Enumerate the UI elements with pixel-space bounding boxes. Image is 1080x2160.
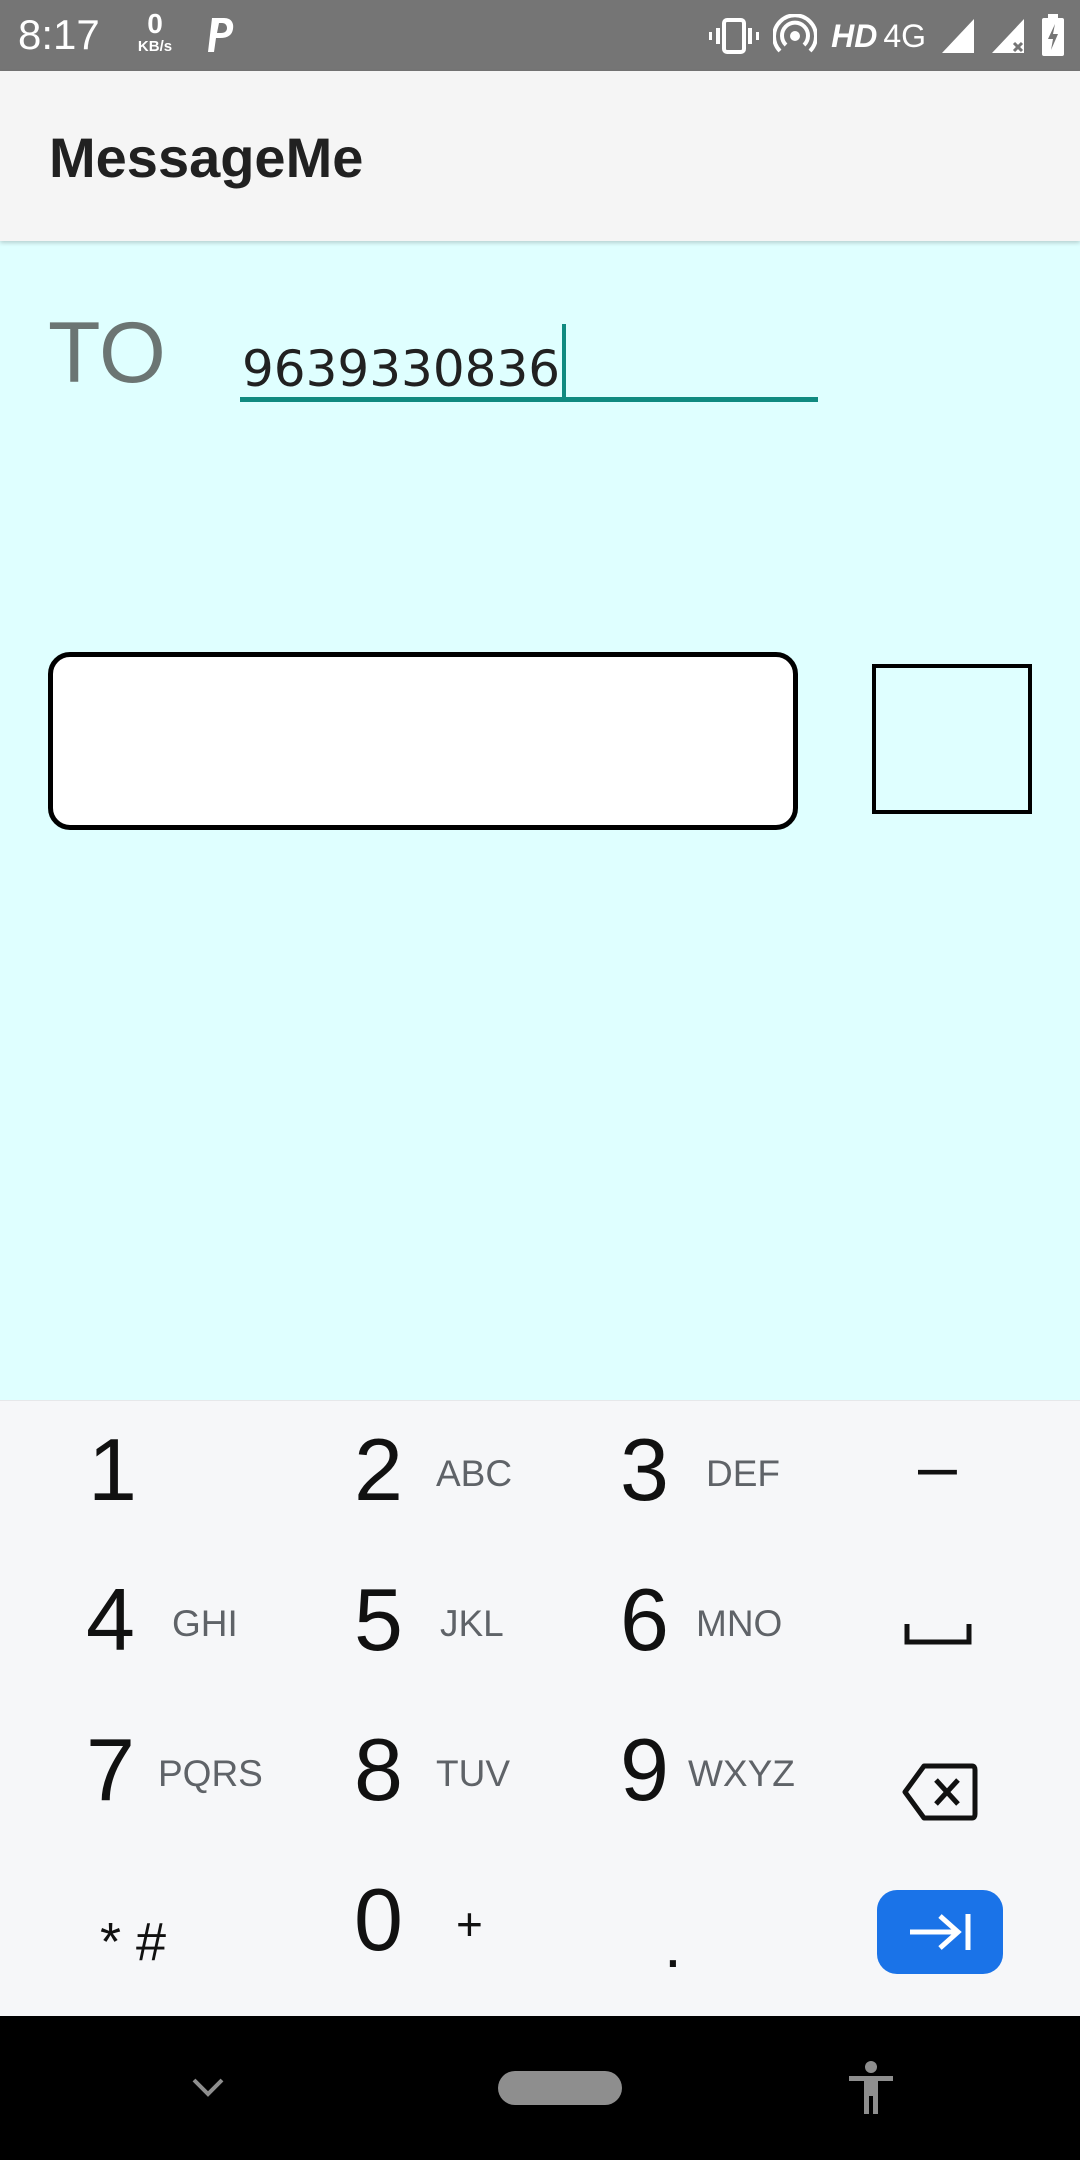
key-digit: 3	[620, 1420, 669, 1519]
home-pill[interactable]	[498, 2071, 622, 2105]
key-space[interactable]	[810, 1570, 1080, 1720]
vibrate-icon	[709, 18, 760, 54]
key-letters: PQRS	[158, 1753, 263, 1794]
hd-label: HD	[831, 17, 878, 54]
signal-no-service-icon	[992, 19, 1024, 53]
key-digit: 1	[88, 1420, 137, 1519]
accessibility-icon[interactable]	[846, 2060, 896, 2116]
phone-number-input[interactable]: 9639330836	[240, 310, 818, 402]
key-digit: 6	[620, 1570, 669, 1669]
battery-icon	[1042, 14, 1064, 56]
network-speed-value: 0	[147, 8, 163, 39]
phone-number-value: 9639330836	[242, 324, 567, 399]
key-letters: ABC	[436, 1453, 513, 1494]
status-icons: HD 4G	[709, 10, 1066, 62]
status-bar: 8:17 0 KB/s HD 4G	[0, 0, 1080, 71]
key-letters: +	[456, 1898, 483, 1950]
signal-icon	[942, 19, 974, 53]
key-letters: JKL	[440, 1603, 504, 1644]
key-letters: TUV	[436, 1753, 510, 1794]
hide-keyboard-icon[interactable]	[190, 2076, 226, 2100]
key-4[interactable]: 4 GHI	[0, 1570, 270, 1720]
key-letters: MNO	[696, 1603, 783, 1644]
key-backspace[interactable]	[810, 1720, 1080, 1870]
key-digit: 8	[354, 1720, 403, 1819]
space-icon	[904, 1624, 972, 1645]
key-digit: 7	[86, 1720, 135, 1819]
key-digit: 4	[86, 1570, 135, 1669]
key-8[interactable]: 8 TUV	[270, 1720, 540, 1870]
app-bar: MessageMe	[0, 71, 1080, 241]
key-symbol: .	[664, 1909, 682, 1981]
key-1[interactable]: 1	[0, 1420, 270, 1570]
key-letters: DEF	[706, 1453, 780, 1494]
key-digit: 9	[620, 1720, 669, 1819]
backspace-icon	[902, 1763, 978, 1821]
app-title: MessageMe	[49, 126, 364, 189]
key-9[interactable]: 9 WXYZ	[540, 1720, 810, 1870]
to-label: TO	[48, 305, 166, 401]
hotspot-icon	[773, 14, 818, 53]
network-speed-unit: KB/s	[137, 38, 173, 55]
key-letters: GHI	[172, 1603, 238, 1644]
text-cursor	[562, 324, 567, 398]
key-symbol: * #	[100, 1912, 167, 1972]
status-time: 8:17	[18, 11, 100, 58]
key-star-hash[interactable]: * #	[0, 1870, 270, 2020]
key-letters: WXYZ	[688, 1753, 795, 1794]
key-dash[interactable]: –	[810, 1420, 1080, 1570]
key-0[interactable]: 0 +	[270, 1870, 540, 2020]
next-action-button[interactable]	[877, 1890, 1003, 1974]
key-symbol: –	[918, 1427, 957, 1505]
key-6[interactable]: 6 MNO	[540, 1570, 810, 1720]
tab-next-icon	[910, 1914, 971, 1950]
key-digit: 2	[354, 1420, 403, 1519]
send-button[interactable]	[872, 664, 1032, 814]
parking-app-icon	[208, 18, 234, 52]
message-input[interactable]	[48, 652, 798, 830]
key-5[interactable]: 5 JKL	[270, 1570, 540, 1720]
network-speed: 0 KB/s	[130, 10, 180, 56]
key-digit: 5	[354, 1570, 403, 1669]
key-3[interactable]: 3 DEF	[540, 1420, 810, 1570]
key-digit: 0	[354, 1870, 403, 1969]
key-period[interactable]: .	[540, 1870, 810, 2020]
key-2[interactable]: 2 ABC	[270, 1420, 540, 1570]
key-7[interactable]: 7 PQRS	[0, 1720, 270, 1870]
network-type-label: 4G	[883, 17, 926, 54]
